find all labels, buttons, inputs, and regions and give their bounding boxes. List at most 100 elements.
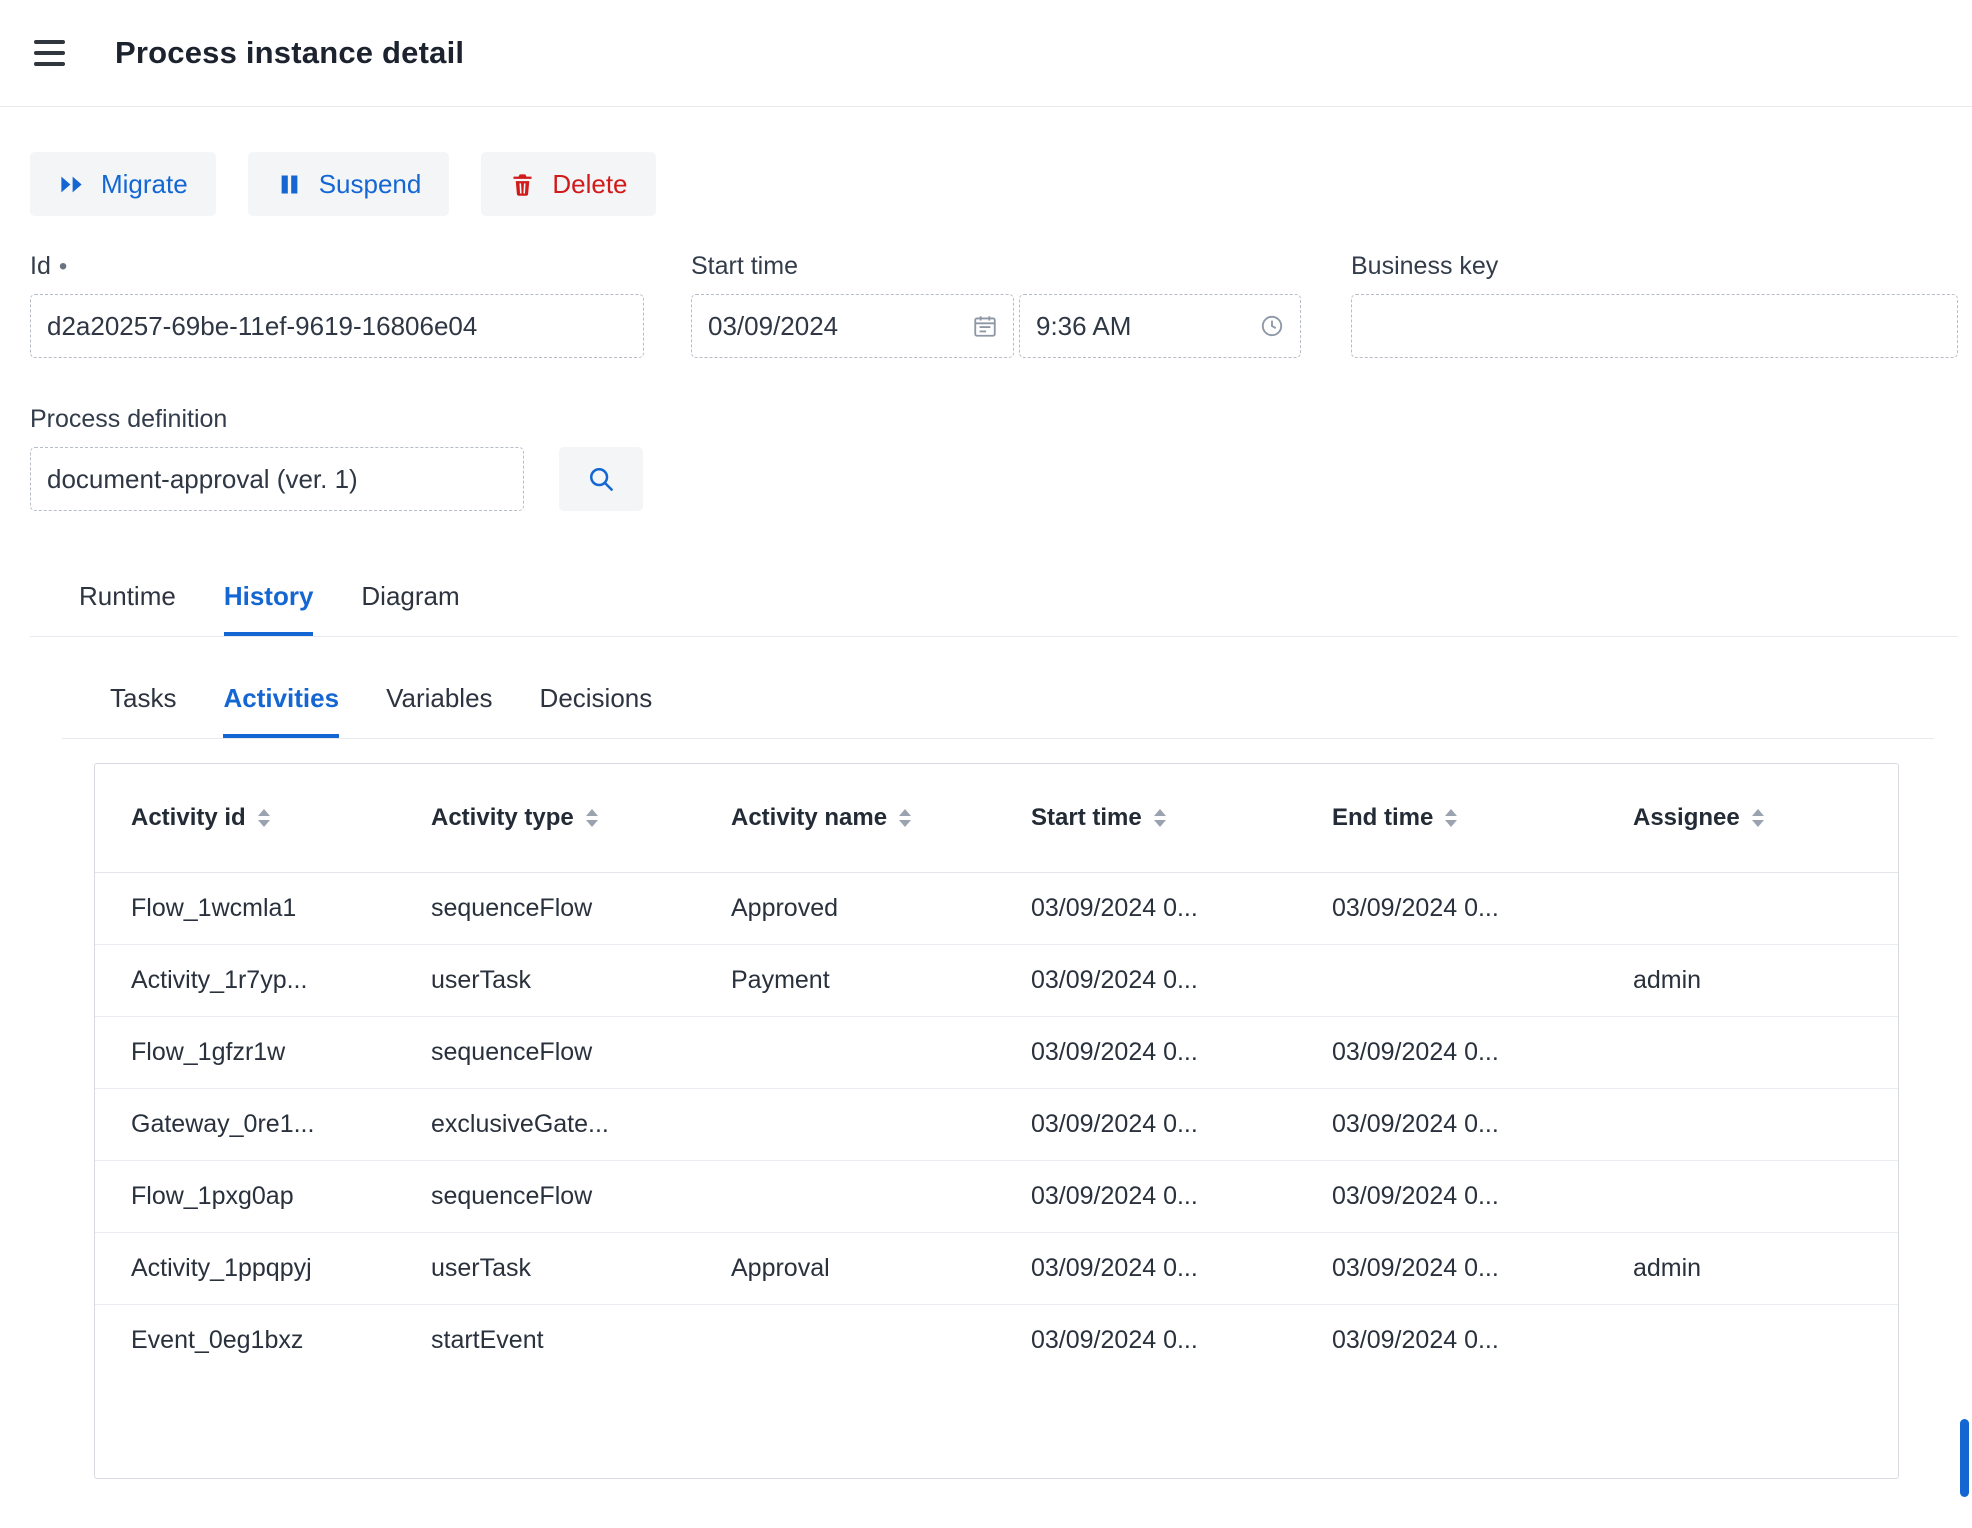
- column-activity-type[interactable]: Activity type: [395, 764, 695, 872]
- activities-table-card: Activity id Activity type Activity name: [94, 763, 1899, 1479]
- tab-runtime[interactable]: Runtime: [79, 581, 176, 636]
- column-label: Assignee: [1633, 803, 1740, 831]
- fast-forward-icon: [61, 176, 82, 192]
- process-definition-input[interactable]: [30, 447, 524, 511]
- table-cell: 03/09/2024 0...: [1031, 1109, 1198, 1138]
- start-time-label: Start time: [691, 252, 798, 280]
- table-row[interactable]: Gateway_0re1... exclusiveGate... 03/09/2…: [95, 1088, 1898, 1160]
- subtab-decisions[interactable]: Decisions: [540, 683, 653, 738]
- table-row[interactable]: Event_0eg1bxz startEvent 03/09/2024 0...…: [95, 1304, 1898, 1376]
- table-cell: 03/09/2024 0...: [1031, 965, 1198, 994]
- table-cell: 03/09/2024 0...: [1031, 1037, 1198, 1066]
- table-cell: [695, 1088, 995, 1160]
- table-cell: [1597, 1304, 1898, 1376]
- start-time-group: Start time: [691, 252, 1301, 358]
- start-date-input[interactable]: [691, 294, 1014, 358]
- column-label: Activity id: [131, 803, 246, 831]
- table-cell: Gateway_0re1...: [131, 1109, 315, 1138]
- delete-label: Delete: [552, 168, 628, 199]
- subtab-activities[interactable]: Activities: [223, 683, 340, 738]
- table-cell: sequenceFlow: [431, 893, 593, 922]
- start-time-input[interactable]: [1019, 294, 1301, 358]
- history-subtabs: Tasks Activities Variables Decisions: [62, 683, 1934, 739]
- table-cell: 03/09/2024 0...: [1332, 1109, 1499, 1138]
- table-row[interactable]: Activity_1r7yp... userTask Payment 03/09…: [95, 944, 1898, 1016]
- table-cell: Activity_1ppqpyj: [131, 1253, 312, 1282]
- migrate-button[interactable]: Migrate: [30, 152, 216, 216]
- search-icon: [589, 467, 613, 491]
- table-cell: [1597, 1088, 1898, 1160]
- delete-button[interactable]: Delete: [481, 152, 656, 216]
- sort-icon: [585, 808, 598, 827]
- process-definition-label: Process definition: [30, 405, 228, 433]
- pause-icon: [281, 175, 298, 193]
- column-label: Activity type: [431, 803, 574, 831]
- table-cell: 03/09/2024 0...: [1031, 1181, 1198, 1210]
- sort-icon: [899, 808, 912, 827]
- start-date-wrap: [691, 294, 1014, 358]
- id-input[interactable]: [30, 294, 644, 358]
- sort-icon: [1153, 808, 1166, 827]
- id-label: Id •: [30, 252, 68, 280]
- tab-diagram[interactable]: Diagram: [361, 581, 459, 636]
- toolbar: Migrate Suspend Delete: [30, 152, 1958, 216]
- table-cell: Flow_1gfzr1w: [131, 1037, 286, 1066]
- start-clock-wrap: [1019, 294, 1301, 358]
- table-cell: [695, 1016, 995, 1088]
- activities-table: Activity id Activity type Activity name: [95, 764, 1898, 1376]
- subtab-tasks[interactable]: Tasks: [110, 683, 176, 738]
- fields-row: Id • Start time: [30, 252, 1958, 358]
- table-cell: [1597, 872, 1898, 944]
- column-activity-id[interactable]: Activity id: [95, 764, 395, 872]
- table-cell: sequenceFlow: [431, 1181, 593, 1210]
- table-cell: Flow_1pxg0ap: [131, 1181, 294, 1210]
- column-end-time[interactable]: End time: [1296, 764, 1597, 872]
- menu-icon[interactable]: [34, 40, 65, 66]
- table-cell: 03/09/2024 0...: [1332, 1181, 1499, 1210]
- search-process-definition-button[interactable]: [559, 447, 643, 511]
- subtab-variables[interactable]: Variables: [386, 683, 492, 738]
- page-title: Process instance detail: [115, 35, 465, 70]
- table-cell: admin: [1633, 1253, 1702, 1282]
- scrollbar-thumb[interactable]: [1960, 1419, 1969, 1497]
- table-cell: userTask: [431, 1253, 532, 1282]
- table-cell: userTask: [431, 965, 532, 994]
- table-cell: 03/09/2024 0...: [1031, 1253, 1198, 1282]
- migrate-label: Migrate: [101, 168, 188, 199]
- suspend-label: Suspend: [318, 168, 422, 199]
- id-field-group: Id •: [30, 252, 644, 358]
- column-label: Start time: [1031, 803, 1142, 831]
- business-key-label: Business key: [1351, 252, 1499, 280]
- column-assignee[interactable]: Assignee: [1597, 764, 1898, 872]
- table-cell: 03/09/2024 0...: [1031, 1325, 1198, 1354]
- business-key-group: Business key: [1351, 252, 1958, 358]
- table-row[interactable]: Flow_1pxg0ap sequenceFlow 03/09/2024 0..…: [95, 1160, 1898, 1232]
- table-cell: [1597, 1016, 1898, 1088]
- table-cell: [1597, 1160, 1898, 1232]
- table-row[interactable]: Activity_1ppqpyj userTask Approval 03/09…: [95, 1232, 1898, 1304]
- table-cell: startEvent: [431, 1325, 544, 1354]
- table-cell: exclusiveGate...: [431, 1109, 609, 1138]
- table-cell: sequenceFlow: [431, 1037, 593, 1066]
- table-row[interactable]: Flow_1wcmla1 sequenceFlow Approved 03/09…: [95, 872, 1898, 944]
- table-cell: Payment: [731, 965, 830, 994]
- table-cell: [695, 1160, 995, 1232]
- tab-history[interactable]: History: [223, 581, 314, 636]
- main-tabs: Runtime History Diagram: [30, 581, 1958, 637]
- sort-icon: [1751, 808, 1764, 827]
- process-definition-group: Process definition: [30, 405, 1958, 511]
- column-label: End time: [1332, 803, 1434, 831]
- table-cell: 03/09/2024 0...: [1332, 1325, 1499, 1354]
- topbar: Process instance detail: [0, 0, 1972, 107]
- suspend-button[interactable]: Suspend: [247, 152, 450, 216]
- table-row[interactable]: Flow_1gfzr1w sequenceFlow 03/09/2024 0..…: [95, 1016, 1898, 1088]
- column-activity-name[interactable]: Activity name: [695, 764, 995, 872]
- required-dot: •: [58, 252, 68, 280]
- table-cell: Approved: [731, 893, 839, 922]
- table-cell: 03/09/2024 0...: [1332, 1253, 1499, 1282]
- column-start-time[interactable]: Start time: [995, 764, 1296, 872]
- trash-icon: [513, 173, 532, 196]
- table-cell: [1296, 944, 1597, 1016]
- business-key-input[interactable]: [1351, 294, 1958, 358]
- column-label: Activity name: [731, 803, 888, 831]
